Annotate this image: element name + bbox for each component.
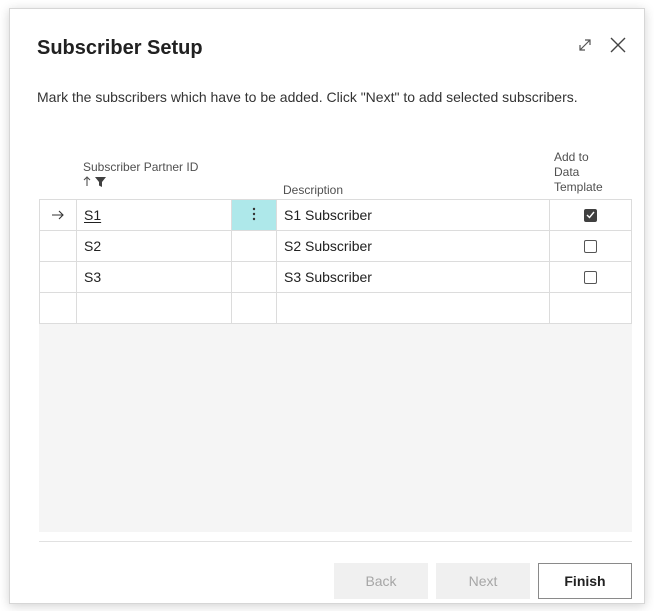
table-row-empty[interactable] — [39, 292, 632, 324]
partner-id-cell[interactable]: S2 — [76, 231, 231, 261]
description-cell[interactable]: S3 Subscriber — [276, 262, 549, 292]
description-cell[interactable]: S2 Subscriber — [276, 231, 549, 261]
add-to-template-cell[interactable] — [549, 231, 632, 261]
row-actions-cell[interactable] — [231, 293, 276, 323]
dialog-header-actions — [576, 35, 628, 55]
column-header-partner-id[interactable]: Subscriber Partner ID — [83, 160, 198, 190]
description-cell[interactable] — [276, 293, 549, 323]
grid-body: S1 S1 Subscriber S2 S2 Subscriber S3 S3 … — [39, 199, 632, 532]
add-to-template-checkbox[interactable] — [584, 270, 597, 284]
dialog-title: Subscriber Setup — [37, 37, 203, 59]
add-to-template-cell[interactable] — [549, 200, 632, 230]
subscriber-setup-dialog: Subscriber Setup Mark the subscribers wh… — [9, 8, 645, 604]
partner-id-cell[interactable]: S1 — [76, 200, 231, 230]
row-actions-cell[interactable] — [231, 231, 276, 261]
close-icon[interactable] — [608, 35, 628, 55]
partner-id-cell[interactable]: S3 — [76, 262, 231, 292]
add-to-template-checkbox[interactable] — [584, 239, 597, 253]
row-actions-cell[interactable] — [231, 200, 276, 230]
add-to-template-cell[interactable] — [549, 293, 632, 323]
checkmark-icon — [586, 211, 595, 219]
column-header-add-to-template[interactable]: Add to Data Template — [554, 150, 603, 195]
table-row[interactable]: S2 S2 Subscriber — [39, 230, 632, 261]
row-actions-cell[interactable] — [231, 262, 276, 292]
sort-ascending-icon — [83, 176, 91, 190]
row-selector[interactable] — [39, 262, 76, 292]
row-selector[interactable] — [39, 293, 76, 323]
grid-header: Subscriber Partner ID Description Add to… — [39, 140, 632, 199]
more-vertical-icon[interactable] — [252, 207, 256, 224]
footer-divider — [39, 541, 632, 542]
next-button[interactable]: Next — [436, 563, 530, 599]
add-to-template-cell[interactable] — [549, 262, 632, 292]
row-selector[interactable] — [39, 200, 76, 230]
table-row[interactable]: S1 S1 Subscriber — [39, 199, 632, 230]
filter-icon[interactable] — [95, 176, 106, 190]
table-row[interactable]: S3 S3 Subscriber — [39, 261, 632, 292]
description-cell[interactable]: S1 Subscriber — [276, 200, 549, 230]
arrow-right-icon — [51, 207, 65, 223]
partner-id-cell[interactable] — [76, 293, 231, 323]
column-header-description[interactable]: Description — [283, 183, 343, 197]
partner-id-link[interactable]: S1 — [84, 207, 101, 223]
instructions-text: Mark the subscribers which have to be ad… — [37, 89, 578, 105]
add-to-template-checkbox[interactable] — [584, 208, 597, 222]
subscriber-grid: Subscriber Partner ID Description Add to… — [39, 140, 632, 532]
row-selector[interactable] — [39, 231, 76, 261]
expand-icon[interactable] — [576, 36, 594, 54]
back-button[interactable]: Back — [334, 563, 428, 599]
column-header-partner-id-label: Subscriber Partner ID — [83, 160, 199, 174]
finish-button[interactable]: Finish — [538, 563, 632, 599]
